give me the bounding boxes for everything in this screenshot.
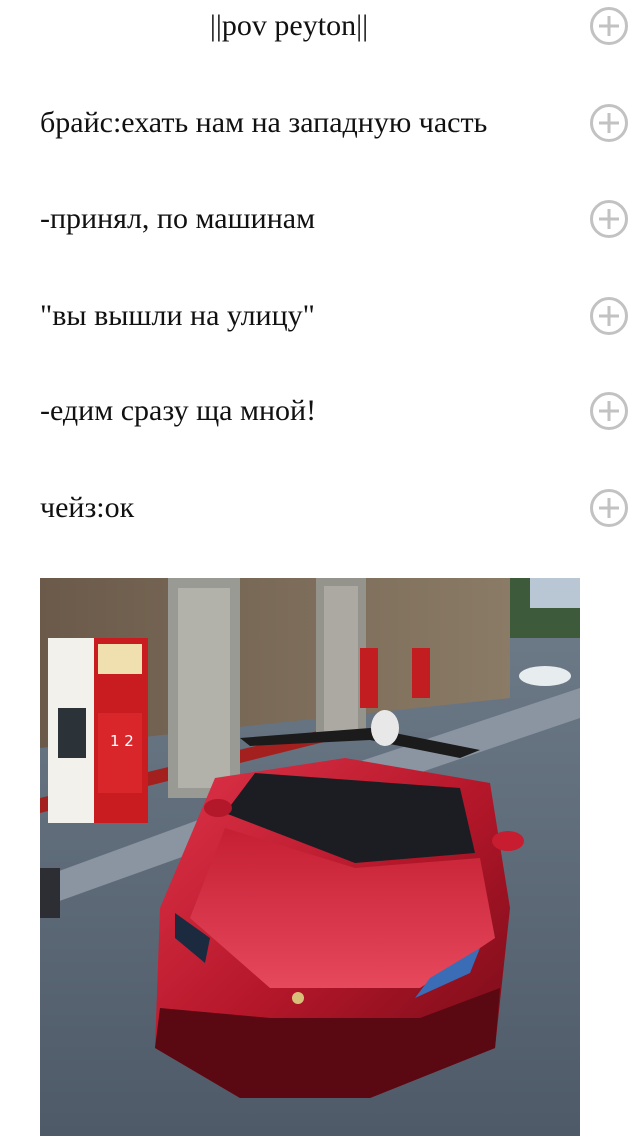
plus-circle-icon	[590, 104, 628, 142]
add-comment-button[interactable]	[589, 199, 629, 239]
plus-circle-icon	[590, 489, 628, 527]
story-line-text: "вы вышли на улицу"	[40, 299, 315, 332]
add-comment-button[interactable]	[589, 391, 629, 431]
story-line: брайс:ехать нам на западную часть	[0, 93, 640, 153]
plus-circle-icon	[590, 7, 628, 45]
story-line: ||pov peyton||	[0, 0, 640, 56]
plus-circle-icon	[590, 392, 628, 430]
plus-circle-icon	[590, 200, 628, 238]
story-line-text: -принял, по машинам	[40, 202, 316, 235]
add-comment-button[interactable]	[589, 103, 629, 143]
story-line: "вы вышли на улицу"	[0, 286, 640, 346]
pump-number-label: 1 2	[110, 732, 134, 750]
car-photo-illustration: 1 2	[40, 578, 580, 1136]
story-line-text: чейз:ок	[40, 491, 135, 524]
story-line-text: -едим сразу ща мной!	[40, 394, 317, 427]
story-line: -принял, по машинам	[0, 189, 640, 249]
add-comment-button[interactable]	[589, 296, 629, 336]
story-line: -едим сразу ща мной!	[0, 381, 640, 441]
story-title: ||pov peyton||	[209, 9, 369, 42]
plus-circle-icon	[590, 297, 628, 335]
story-line-text: брайс:ехать нам на западную часть	[40, 106, 488, 139]
story-photo[interactable]: 1 2	[40, 578, 580, 1136]
story-line: чейз:ок	[0, 478, 640, 538]
add-comment-button[interactable]	[589, 488, 629, 528]
add-comment-button[interactable]	[589, 6, 629, 46]
